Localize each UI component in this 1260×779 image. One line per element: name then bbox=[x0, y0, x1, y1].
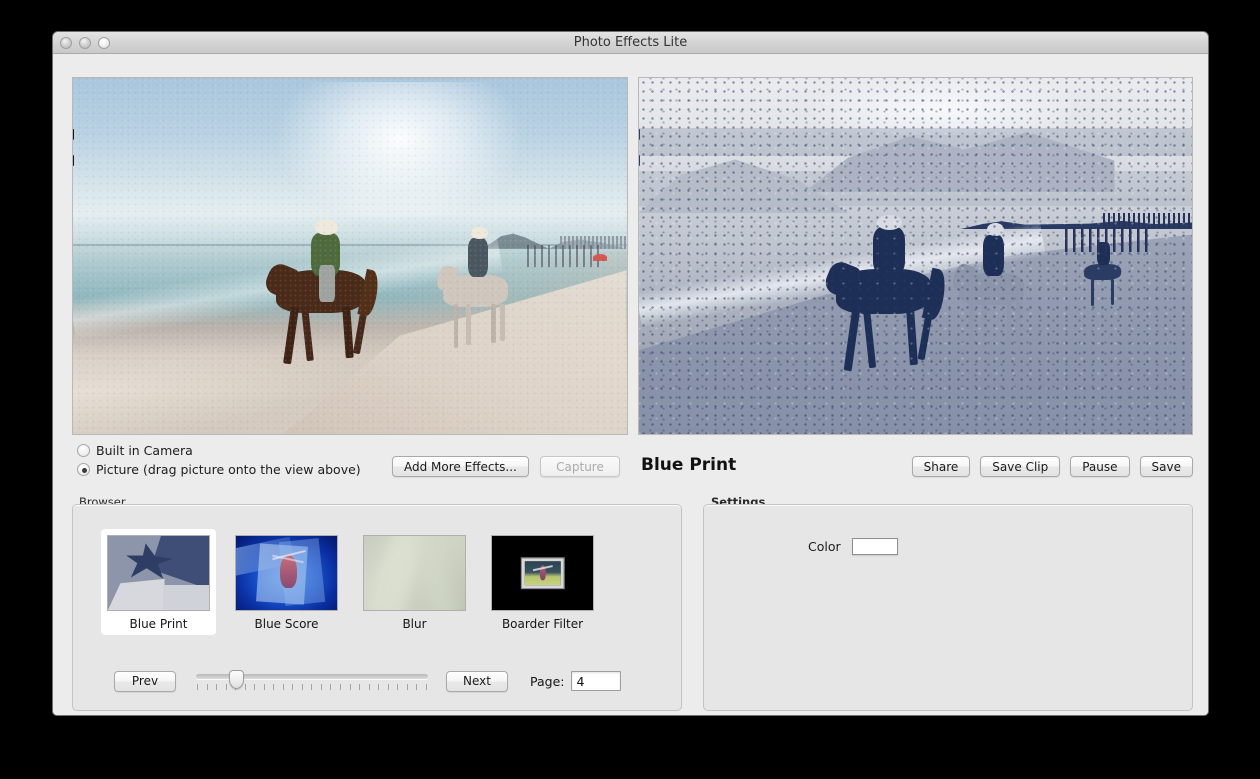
horse-leg bbox=[282, 306, 299, 365]
rider-hat bbox=[876, 214, 903, 230]
page-input[interactable] bbox=[571, 671, 622, 691]
horse-leg bbox=[301, 307, 314, 362]
rider-hat bbox=[315, 220, 338, 235]
photo-caption: Horses bbox=[637, 124, 650, 336]
browser-pager: Prev Next Page: bbox=[114, 669, 659, 693]
rider-figure bbox=[434, 226, 515, 352]
prev-button[interactable]: Prev bbox=[114, 670, 176, 692]
pause-button[interactable]: Pause bbox=[1070, 456, 1130, 477]
horse-leg bbox=[1091, 278, 1095, 306]
radio-label: Picture (drag picture onto the view abov… bbox=[96, 462, 361, 477]
radio-label: Built in Camera bbox=[96, 443, 193, 458]
original-photo: Horses bbox=[72, 78, 627, 434]
blue-score-thumb[interactable] bbox=[235, 535, 338, 611]
horse-leg bbox=[453, 304, 459, 348]
horse-leg bbox=[466, 304, 471, 346]
controls-row: Built in Camera Picture (drag picture on… bbox=[72, 442, 1193, 484]
share-button[interactable]: Share bbox=[911, 456, 971, 477]
rider-torso bbox=[983, 234, 1005, 276]
photo-caption: Horses bbox=[72, 124, 84, 336]
effect-item-blur[interactable]: Blur bbox=[357, 529, 472, 635]
window-title: Photo Effects Lite bbox=[573, 35, 688, 50]
window-content: Horses Horses Built in Camera Picture (d… bbox=[53, 54, 1208, 715]
rider-figure bbox=[950, 222, 1031, 356]
save-clip-button[interactable]: Save Clip bbox=[980, 456, 1061, 477]
effect-item-blue-print[interactable]: Blue Print bbox=[101, 529, 216, 635]
effect-item-label: Blue Print bbox=[129, 617, 188, 631]
horse-leg bbox=[906, 307, 919, 365]
app-window: Photo Effects Lite Horses Horses Built i… bbox=[52, 31, 1209, 716]
effect-item-blue-score[interactable]: Blue Score bbox=[229, 529, 344, 635]
rider-hat bbox=[986, 222, 1004, 236]
color-setting-row: Color bbox=[808, 538, 898, 555]
effect-actions: Share Save Clip Pause Save bbox=[911, 456, 1193, 477]
radio-built-in-camera[interactable]: Built in Camera bbox=[77, 441, 361, 460]
rider-figure bbox=[821, 214, 950, 374]
horse-leg bbox=[490, 304, 496, 343]
city-skyline bbox=[1103, 213, 1192, 228]
color-well-button[interactable] bbox=[851, 538, 898, 555]
capture-button: Capture bbox=[540, 456, 620, 477]
preview-area: Horses Horses bbox=[72, 77, 1193, 435]
add-more-effects-button[interactable]: Add More Effects... bbox=[392, 456, 529, 477]
horse-leg bbox=[863, 307, 877, 368]
rider-torso bbox=[873, 226, 905, 275]
browser-panel: Blue Print Blue Score Blur Boarder Filte… bbox=[72, 504, 682, 711]
source-preview[interactable]: Horses bbox=[72, 77, 628, 435]
boarder-filter-thumb[interactable] bbox=[491, 535, 594, 611]
horse-leg bbox=[500, 304, 505, 341]
blue-print-filtered-photo: Horses bbox=[637, 78, 1192, 434]
horse-leg bbox=[843, 307, 861, 371]
rider-torso bbox=[467, 238, 488, 277]
source-radio-group: Built in Camera Picture (drag picture on… bbox=[77, 441, 361, 479]
effect-item-label: Blue Score bbox=[254, 617, 319, 631]
distant-people bbox=[1064, 227, 1154, 253]
radio-icon[interactable] bbox=[77, 444, 90, 457]
color-label: Color bbox=[808, 539, 841, 554]
horse-leg bbox=[1015, 302, 1021, 344]
horse-leg bbox=[981, 302, 987, 349]
next-button[interactable]: Next bbox=[446, 670, 508, 692]
title-bar: Photo Effects Lite bbox=[53, 32, 1208, 54]
settings-panel: Color bbox=[703, 504, 1193, 711]
effect-preview[interactable]: Horses bbox=[637, 77, 1193, 435]
rider-figure bbox=[261, 220, 382, 370]
horse-leg bbox=[1110, 278, 1114, 305]
blue-print-thumb[interactable] bbox=[107, 535, 210, 611]
blur-thumb[interactable] bbox=[363, 535, 466, 611]
effect-item-label: Boarder Filter bbox=[501, 617, 584, 631]
cloud-highlight bbox=[815, 78, 1071, 135]
slider-knob[interactable] bbox=[228, 670, 244, 689]
beach-umbrella bbox=[593, 254, 608, 262]
horse-leg bbox=[342, 307, 354, 359]
effect-thumbnail-list: Blue Print Blue Score Blur Boarder Filte… bbox=[101, 529, 600, 635]
effect-item-label: Blur bbox=[402, 617, 427, 631]
effect-item-boarder-filter[interactable]: Boarder Filter bbox=[485, 529, 600, 635]
current-effect-title: Blue Print bbox=[641, 455, 737, 475]
rider-hat bbox=[470, 226, 488, 240]
sun-glow bbox=[277, 81, 522, 224]
page-field-label: Page: bbox=[530, 673, 565, 689]
radio-picture[interactable]: Picture (drag picture onto the view abov… bbox=[77, 460, 361, 479]
horse-body bbox=[1083, 263, 1122, 281]
radio-icon-selected[interactable] bbox=[77, 463, 90, 476]
page-slider[interactable] bbox=[196, 670, 428, 692]
horse-leg bbox=[969, 302, 975, 351]
horse-leg bbox=[1006, 302, 1012, 346]
save-button[interactable]: Save bbox=[1139, 456, 1193, 477]
rider-legs bbox=[318, 264, 336, 302]
